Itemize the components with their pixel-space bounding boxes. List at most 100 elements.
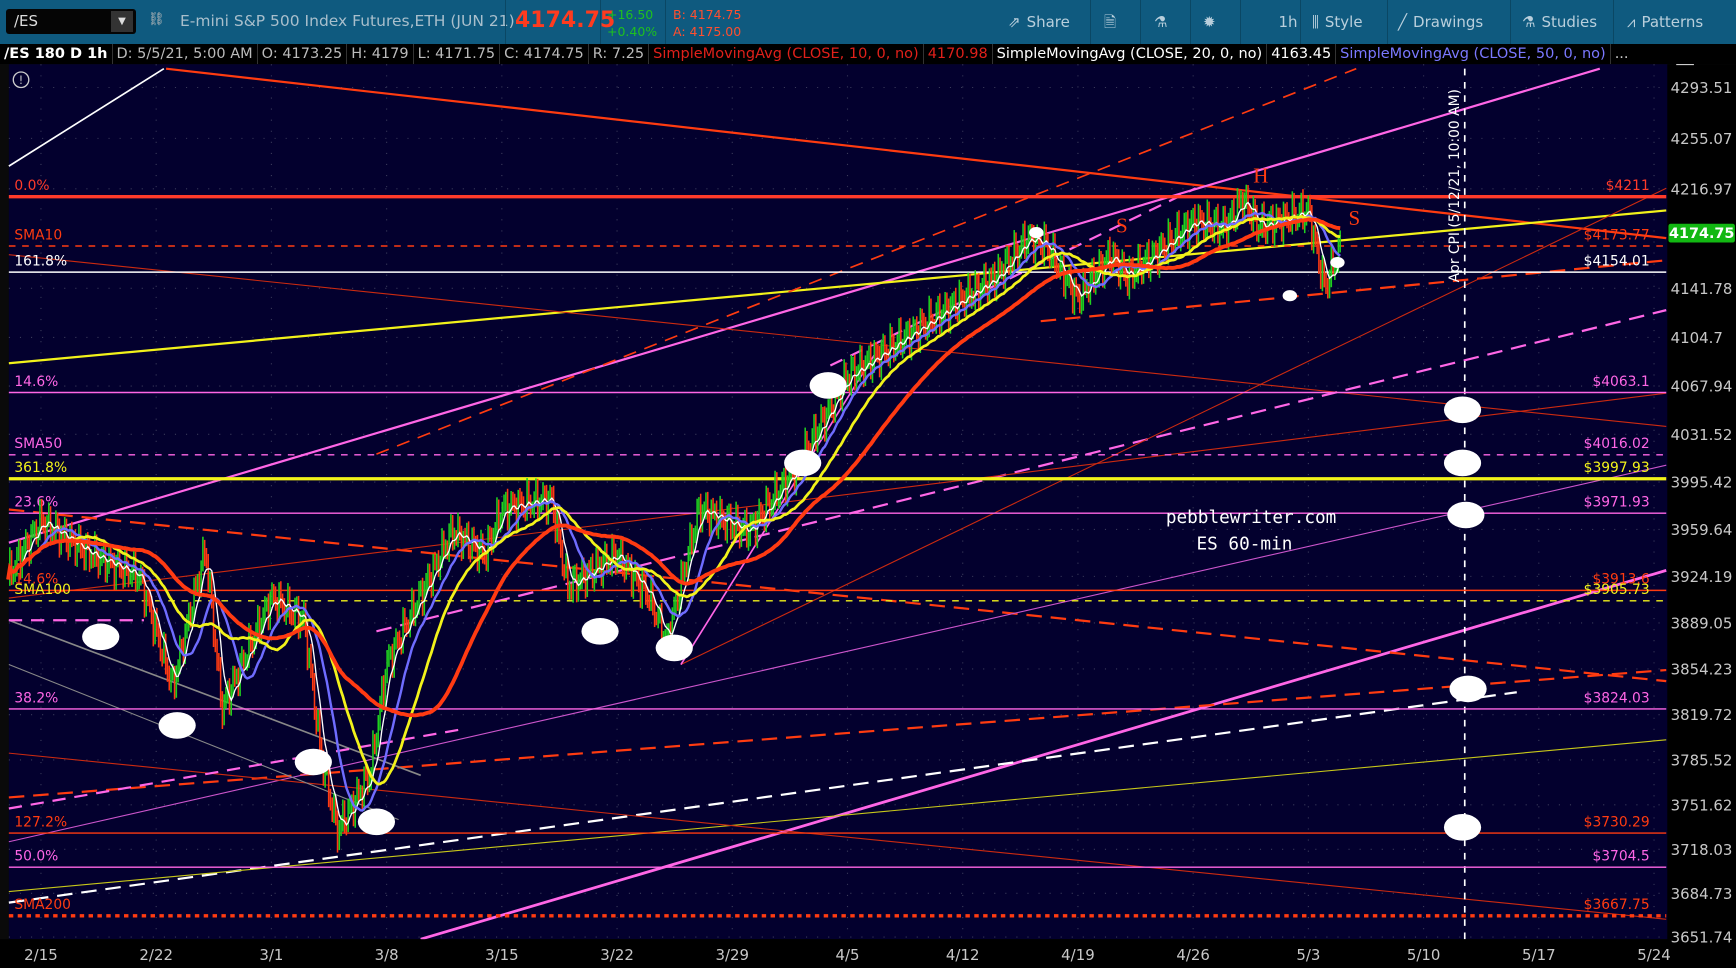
y-tick-label: 4104.7: [1671, 329, 1723, 347]
x-tick-label: 3/29: [716, 946, 750, 964]
x-tick-label: 5/3: [1296, 946, 1320, 964]
svg-text:!: !: [19, 74, 23, 87]
bar-low: L: 4171.75: [414, 44, 501, 64]
target-oval: [809, 372, 847, 399]
bid: B: 4174.75: [673, 7, 742, 22]
bar-date: D: 5/5/21, 5:00 AM: [113, 44, 258, 64]
head-label: H: [1253, 164, 1268, 188]
y-tick-label: 3651.74: [1671, 929, 1733, 947]
gear-icon: ✹: [1203, 13, 1216, 31]
target-oval: [1447, 501, 1485, 529]
target-oval: [1282, 290, 1298, 302]
studies-button[interactable]: ⚗ Studies: [1522, 0, 1597, 44]
target-oval: [158, 712, 196, 739]
more-studies[interactable]: ...: [1611, 44, 1633, 64]
y-tick-label: 4031.52: [1671, 426, 1733, 444]
drawings-label: Drawings: [1413, 13, 1484, 31]
level-price-label: $4016.02: [1584, 436, 1650, 452]
drawings-button[interactable]: ╱ Drawings: [1398, 0, 1483, 44]
link-icon[interactable]: ⛓: [148, 12, 165, 27]
y-tick-label: 3959.64: [1671, 521, 1733, 539]
sma10-value: 4170.98: [924, 44, 993, 64]
timeframe-label: 1h: [1278, 13, 1298, 31]
sma20-label[interactable]: SimpleMovingAvg (CLOSE, 20, 0, no): [993, 44, 1268, 64]
target-oval: [581, 618, 619, 645]
x-tick-label: 4/26: [1176, 946, 1210, 964]
x-tick-label: 5/10: [1407, 946, 1441, 964]
symbol-selector[interactable]: /ES ▼: [6, 9, 136, 34]
level-price-label: $3971.93: [1584, 495, 1650, 511]
level-left-label: SMA50: [14, 436, 62, 452]
sma20-value: 4163.45: [1267, 44, 1337, 64]
target-oval: [294, 748, 332, 776]
y-tick-label: 4293.51: [1671, 79, 1733, 97]
target-oval: [1330, 256, 1345, 269]
price-chart[interactable]: 0.0% $4211 SMA10 $4173.77 161.8% $4154.01 14.6…: [0, 0, 1736, 968]
x-tick-label: 3/22: [600, 946, 634, 964]
level-left-label: 14.6%: [14, 374, 58, 390]
x-tick-label: 2/22: [139, 946, 173, 964]
y-tick-label: 3854.23: [1671, 661, 1733, 679]
x-tick-label: 3/15: [485, 946, 519, 964]
toolbar: /ES ▼ ⛓ E-mini S&P 500 Index Futures,ETH …: [0, 0, 1736, 45]
timeframe-button[interactable]: 1h: [1258, 0, 1318, 44]
price-tag: 4174.75: [1668, 223, 1735, 243]
pencil-line-icon: ╱: [1398, 13, 1408, 31]
flask-icon: ⚗: [1522, 13, 1536, 31]
y-tick-label: 4141.78: [1671, 280, 1733, 298]
x-tick-label: 4/19: [1061, 946, 1095, 964]
chevron-down-icon[interactable]: ▼: [111, 11, 133, 32]
left-shoulder-label: S: [1116, 214, 1128, 238]
share-button[interactable]: ⇗ Share: [1008, 0, 1070, 44]
symbol-value: /ES: [14, 12, 39, 30]
svg-text:4174.75: 4174.75: [1669, 226, 1734, 242]
target-oval: [1443, 449, 1482, 477]
time-axis[interactable]: 2/15 2/22 3/1 3/8 3/15 3/22 3/29 4/5 4/12 4/19 4/2…: [24, 946, 1671, 964]
study-info-bar: /ES 180 D 1h D: 5/5/21, 5:00 AM O: 4173.25…: [0, 44, 1736, 64]
level-price-label: $4063.1: [1592, 374, 1649, 390]
level-left-label: 38.2%: [14, 690, 58, 706]
y-tick-label: 3684.73: [1671, 885, 1733, 903]
info-icon: 🗎: [1104, 13, 1117, 31]
info-button[interactable]: 🗎: [1104, 0, 1122, 44]
y-tick-label: 4255.07: [1671, 130, 1733, 148]
x-tick-label: 2/15: [24, 946, 58, 964]
level-price-label: $3704.5: [1592, 849, 1649, 865]
style-label: Style: [1324, 13, 1363, 31]
patterns-button[interactable]: ⩘ Patterns: [1627, 0, 1703, 44]
y-tick-label: 3785.52: [1671, 751, 1733, 769]
bid-ask: B: 4174.75 A: 4175.00: [673, 6, 741, 40]
level-left-label: 50.0%: [14, 849, 58, 865]
bar-close: C: 4174.75: [500, 44, 589, 64]
level-price-label: $4173.77: [1584, 227, 1650, 243]
level-left-label: SMA100: [14, 582, 71, 598]
bar-high: H: 4179: [347, 44, 414, 64]
target-oval: [1443, 814, 1482, 841]
style-button[interactable]: ⫼ Style: [1312, 0, 1363, 44]
flask-button[interactable]: ⚗: [1154, 0, 1173, 44]
level-left-label: 161.8%: [14, 254, 67, 270]
sma10-label[interactable]: SimpleMovingAvg (CLOSE, 10, 0, no): [649, 44, 924, 64]
level-price-label: $3667.75: [1584, 897, 1650, 913]
level-price-label: $4211: [1606, 178, 1650, 194]
x-tick-label: 5/17: [1522, 946, 1556, 964]
bar-open: O: 4173.25: [258, 44, 348, 64]
event-label: Apr CPI (5/12/21, 10:00 AM): [1447, 89, 1463, 282]
y-tick-label: 3718.03: [1671, 841, 1733, 859]
flask-icon: ⚗: [1154, 13, 1168, 31]
y-tick-label: 3751.62: [1671, 796, 1733, 814]
target-oval: [655, 634, 693, 662]
x-tick-label: 4/5: [835, 946, 859, 964]
target-oval: [1443, 396, 1482, 424]
level-price-label: $3905.73: [1584, 582, 1650, 598]
settings-button[interactable]: ✹: [1203, 0, 1222, 44]
x-tick-label: 5/24: [1637, 946, 1671, 964]
sma50-label[interactable]: SimpleMovingAvg (CLOSE, 50, 0, no): [1336, 44, 1611, 64]
y-tick-label: 4067.94: [1671, 378, 1733, 396]
x-tick-label: 4/12: [946, 946, 980, 964]
change-value: +16.50: [607, 7, 654, 22]
y-tick-label: 4216.97: [1671, 180, 1733, 198]
patterns-icon: ⩘: [1627, 13, 1636, 31]
chart-spec[interactable]: /ES 180 D 1h: [0, 44, 113, 64]
share-label: Share: [1026, 13, 1070, 31]
